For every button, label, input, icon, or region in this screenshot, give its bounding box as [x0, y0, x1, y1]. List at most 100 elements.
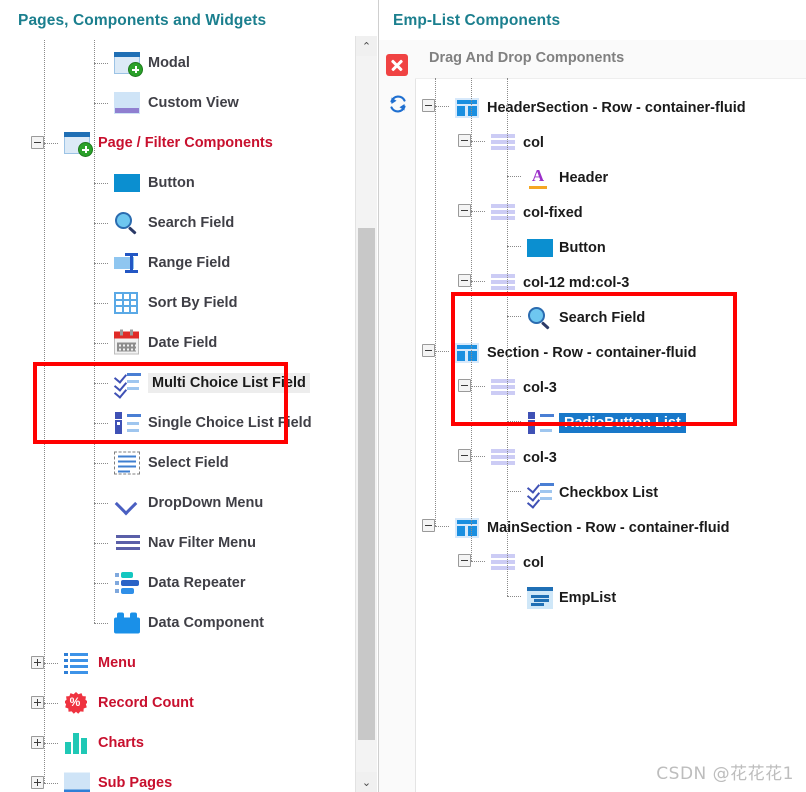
nav-filter-icon	[114, 533, 142, 553]
left-tree[interactable]: Modal Custom View Page / Filter Components…	[0, 40, 352, 792]
tree-item-label: Header	[559, 170, 609, 186]
tree-item[interactable]: col	[415, 543, 806, 583]
percent-badge-icon: %	[64, 691, 90, 715]
grid-icon	[114, 292, 138, 314]
scroll-down-arrow[interactable]: ⌄	[356, 772, 377, 792]
tree-item-label: col-3	[523, 380, 557, 396]
button-icon	[114, 174, 140, 192]
close-button[interactable]	[386, 54, 408, 76]
expand-icon[interactable]	[31, 696, 44, 709]
tree-item[interactable]: col-3	[415, 438, 806, 478]
tree-item[interactable]: Charts	[0, 723, 352, 763]
tree-item-label: Date Field	[148, 335, 218, 351]
menu-icon	[64, 652, 88, 674]
tree-item[interactable]: Sub Pages	[0, 763, 352, 792]
tree-item-label: col	[523, 135, 544, 151]
tree-item[interactable]: col	[415, 123, 806, 163]
tree-item[interactable]: col-3	[415, 368, 806, 408]
tree-item[interactable]: Data Repeater	[0, 563, 352, 603]
collapse-icon[interactable]	[422, 98, 435, 112]
expand-icon[interactable]	[31, 736, 44, 749]
tree-item-label: Data Component	[148, 615, 264, 631]
collapse-icon[interactable]	[458, 203, 471, 217]
tree-item[interactable]: col-fixed	[415, 193, 806, 233]
tree-item-label: Section - Row - container-fluid	[487, 345, 697, 361]
tree-item[interactable]: Modal	[0, 43, 352, 83]
select-field-icon	[114, 451, 140, 475]
tree-item[interactable]: Search Field	[415, 298, 806, 338]
tree-item[interactable]: Multi Choice List Field	[0, 363, 352, 403]
expand-icon[interactable]	[31, 656, 44, 669]
header-text-icon: A	[527, 167, 549, 189]
tree-item-label: Modal	[148, 55, 190, 71]
tree-item[interactable]: Search Field	[0, 203, 352, 243]
collapse-icon[interactable]	[422, 343, 435, 357]
emplist-icon	[527, 587, 553, 609]
tree-item-label: Button	[559, 240, 606, 256]
left-scrollbar[interactable]: ⌃ ⌄	[355, 36, 377, 792]
collapse-icon[interactable]	[458, 553, 471, 567]
drag-drop-header: Drag And Drop Components	[415, 40, 806, 79]
tree-item[interactable]: Button	[0, 163, 352, 203]
row-icon	[455, 98, 479, 118]
tree-item-label: Single Choice List Field	[148, 415, 312, 431]
tree-guide-line	[94, 40, 95, 623]
tree-item[interactable]: Checkbox List	[415, 473, 806, 513]
modal-icon	[114, 52, 143, 77]
row-icon	[455, 518, 479, 538]
tree-item[interactable]: Section - Row - container-fluid	[415, 333, 806, 373]
collapse-icon[interactable]	[458, 133, 471, 147]
app-root: Pages, Components and Widgets Modal Custo…	[0, 0, 806, 792]
tree-item-label: Checkbox List	[559, 485, 659, 501]
tree-item[interactable]: A Header	[415, 158, 806, 198]
collapse-icon[interactable]	[458, 448, 471, 462]
refresh-button[interactable]	[386, 92, 408, 114]
emp-list-components-panel: Emp-List Components Drag And Drop Compon…	[378, 0, 806, 792]
tree-item-label: Record Count	[98, 695, 194, 711]
tree-item[interactable]: Nav Filter Menu	[0, 523, 352, 563]
collapse-icon[interactable]	[31, 136, 44, 149]
page-filter-icon	[64, 132, 93, 157]
tree-item[interactable]: RadioButton List	[415, 403, 806, 443]
tree-item-label: Search Field	[148, 215, 235, 231]
tree-item[interactable]: col-12 md:col-3	[415, 263, 806, 303]
tree-item[interactable]: HeaderSection - Row - container-fluid	[415, 88, 806, 128]
tree-item-label: Sort By Field	[148, 295, 238, 311]
drag-drop-label: Drag And Drop Components	[429, 50, 625, 66]
col-icon	[491, 133, 515, 153]
multi-choice-icon	[113, 370, 142, 399]
single-choice-icon	[527, 411, 555, 435]
tree-item-label: Search Field	[559, 310, 646, 326]
tree-item[interactable]: DropDown Menu	[0, 483, 352, 523]
tree-item[interactable]: Sort By Field	[0, 283, 352, 323]
expand-icon[interactable]	[31, 776, 44, 789]
tree-item[interactable]: MainSection - Row - container-fluid	[415, 508, 806, 548]
tree-item-label: Custom View	[148, 95, 239, 111]
collapse-icon[interactable]	[422, 518, 435, 532]
tree-item[interactable]: Range Field	[0, 243, 352, 283]
tree-item[interactable]: % Record Count	[0, 683, 352, 723]
bar-chart-icon	[64, 732, 90, 754]
tree-item[interactable]: Data Component	[0, 603, 352, 643]
tree-item[interactable]: Page / Filter Components	[0, 123, 352, 163]
scroll-up-arrow[interactable]: ⌃	[356, 36, 377, 56]
data-repeater-icon	[114, 571, 142, 595]
tree-item-label: col-3	[523, 450, 557, 466]
tree-item[interactable]: Select Field	[0, 443, 352, 483]
collapse-icon[interactable]	[458, 378, 471, 392]
right-tree[interactable]: HeaderSection - Row - container-fluid col…	[415, 78, 806, 792]
tree-item[interactable]: Button	[415, 228, 806, 268]
tree-item[interactable]: Date Field	[0, 323, 352, 363]
tree-item[interactable]: EmpList	[415, 578, 806, 618]
tree-item[interactable]: Single Choice List Field	[0, 403, 352, 443]
scrollbar-thumb[interactable]	[358, 228, 375, 740]
button-icon	[527, 239, 553, 257]
tree-item-label: col-fixed	[523, 205, 583, 221]
col-icon	[491, 203, 515, 223]
collapse-icon[interactable]	[458, 273, 471, 287]
col-icon	[491, 448, 515, 468]
tree-item[interactable]: Custom View	[0, 83, 352, 123]
watermark: CSDN @花花花1	[656, 764, 794, 784]
tree-item[interactable]: Menu	[0, 643, 352, 683]
tree-item-label: Multi Choice List Field	[148, 373, 310, 393]
